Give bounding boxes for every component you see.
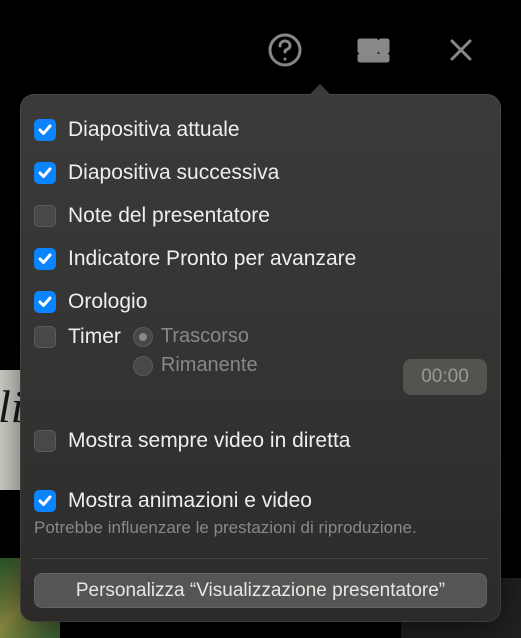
layout-options-icon[interactable] (353, 30, 393, 70)
radio-elapsed[interactable] (133, 327, 153, 347)
option-ready-indicator[interactable]: Indicatore Pronto per avanzare (34, 237, 487, 280)
option-clock[interactable]: Orologio (34, 280, 487, 323)
radio-label-elapsed: Trascorso (161, 325, 249, 348)
option-show-animations[interactable]: Mostra animazioni e video (34, 479, 487, 522)
option-current-slide[interactable]: Diapositiva attuale (34, 108, 487, 151)
presenter-display-options-popover: Diapositiva attuale Diapositiva successi… (20, 94, 501, 622)
popover-arrow (308, 84, 332, 96)
label-always-live-video: Mostra sempre video in diretta (68, 429, 350, 453)
option-next-slide[interactable]: Diapositiva successiva (34, 151, 487, 194)
option-always-live-video[interactable]: Mostra sempre video in diretta (34, 420, 487, 463)
checkbox-ready-indicator[interactable] (34, 248, 56, 270)
label-current-slide: Diapositiva attuale (68, 118, 240, 142)
label-next-slide: Diapositiva successiva (68, 161, 279, 185)
checkbox-next-slide[interactable] (34, 162, 56, 184)
checkbox-show-animations[interactable] (34, 490, 56, 512)
close-icon[interactable] (441, 30, 481, 70)
radio-row-remaining[interactable]: Rimanente (133, 354, 258, 377)
customize-presenter-display-button[interactable]: Personalizza “Visualizzazione presentato… (34, 573, 487, 608)
label-ready-indicator: Indicatore Pronto per avanzare (68, 247, 356, 271)
radio-row-elapsed[interactable]: Trascorso (133, 325, 249, 348)
help-icon[interactable] (265, 30, 305, 70)
timer-value-field[interactable]: 00:00 (403, 359, 487, 395)
option-presenter-notes[interactable]: Note del presentatore (34, 194, 487, 237)
label-timer: Timer (68, 325, 121, 349)
checkbox-timer[interactable] (34, 326, 56, 348)
hint-show-animations: Potrebbe influenzare le prestazioni di r… (34, 518, 487, 538)
checkbox-current-slide[interactable] (34, 119, 56, 141)
radio-label-remaining: Rimanente (161, 354, 258, 377)
checkbox-presenter-notes[interactable] (34, 205, 56, 227)
divider (32, 558, 489, 559)
checkbox-clock[interactable] (34, 291, 56, 313)
radio-remaining[interactable] (133, 356, 153, 376)
label-presenter-notes: Note del presentatore (68, 204, 270, 228)
checkbox-always-live-video[interactable] (34, 430, 56, 452)
option-timer: Timer Trascorso Rimanente 00:00 (34, 323, 487, 403)
label-clock: Orologio (68, 290, 147, 314)
toolbar (0, 20, 521, 80)
label-show-animations: Mostra animazioni e video (68, 489, 312, 513)
